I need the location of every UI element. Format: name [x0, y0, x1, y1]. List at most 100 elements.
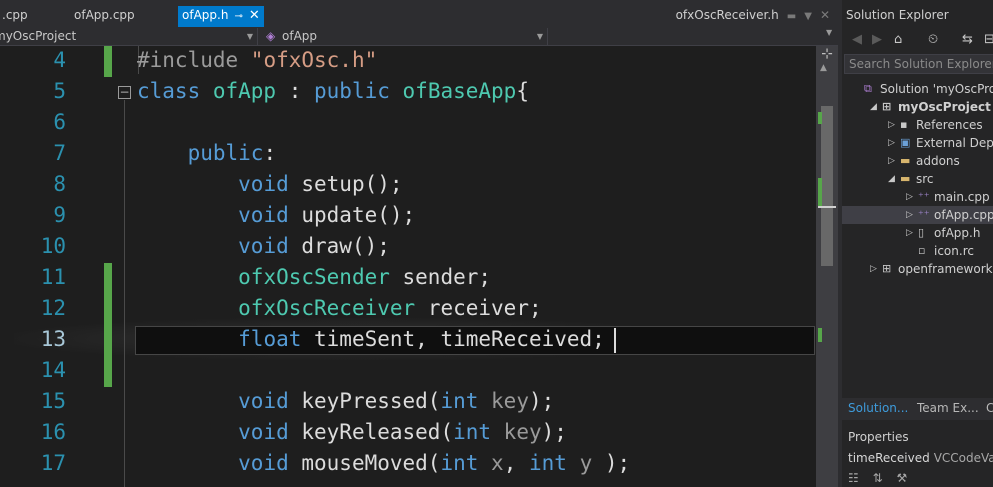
line-number: 15	[40, 389, 66, 413]
code-line[interactable]: 16 void keyReleased(int key);	[0, 418, 820, 449]
code-token: setup();	[301, 172, 403, 196]
tree-item[interactable]: ▷ ▣ External Deper	[842, 134, 993, 152]
expanded-arrow-icon[interactable]: ◢	[870, 98, 877, 116]
tab-class-view[interactable]: C	[986, 401, 993, 415]
tree-item-label: myOscProject	[898, 100, 991, 114]
alphabetical-icon[interactable]: ⇅	[873, 471, 883, 485]
tree-item[interactable]: ▷ ⊞ openframeworksLi	[842, 260, 993, 278]
back-icon[interactable]: ◀	[852, 32, 862, 47]
project-dropdown[interactable]: myOscProject ▼	[0, 28, 258, 45]
code-line[interactable]: 11 ofxOscSender sender;	[0, 263, 820, 294]
code-token: float	[238, 327, 315, 351]
code-line[interactable]: 15 void keyPressed(int key);	[0, 387, 820, 418]
code-line[interactable]: 17 void mouseMoved(int x, int y );	[0, 449, 820, 480]
tab-team-explorer[interactable]: Team Ex...	[917, 401, 979, 415]
history-icon[interactable]: ⏲	[928, 32, 938, 47]
code-token: mouseMoved(	[301, 451, 441, 475]
line-number: 4	[53, 48, 66, 72]
code-token: class	[137, 79, 213, 103]
collapsed-arrow-icon[interactable]: ▷	[906, 188, 913, 206]
forward-icon[interactable]: ▶	[872, 32, 882, 47]
code-line[interactable]: 10 void draw();	[0, 232, 820, 263]
tab-ofxoscreceiver-h[interactable]: ofxOscReceiver.h ▬ ▼ ✕	[676, 8, 830, 22]
code-line[interactable]: 4 #include "ofxOsc.h"	[0, 46, 820, 77]
collapsed-arrow-icon[interactable]: ▷	[888, 152, 895, 170]
collapsed-arrow-icon[interactable]: ▷	[906, 224, 913, 242]
properties-object-selector[interactable]: timeReceived VCCodeVa	[848, 451, 993, 465]
line-number: 8	[53, 172, 66, 196]
code-line[interactable]: 14	[0, 356, 820, 387]
tab-label: ofApp.cpp	[74, 8, 135, 22]
collapsed-arrow-icon[interactable]: ▷	[906, 206, 913, 224]
code-token: draw();	[301, 234, 390, 258]
code-line[interactable]: 7 public:	[0, 139, 820, 170]
tab-solution-explorer[interactable]: Solution...	[848, 401, 908, 415]
search-input[interactable]: Search Solution Explorer (	[844, 54, 993, 74]
code-line[interactable]: 6	[0, 108, 820, 139]
scroll-up-icon[interactable]: ▲	[820, 63, 827, 73]
expanded-arrow-icon[interactable]: ◢	[888, 170, 895, 188]
code-editor[interactable]: − 4 #include "ofxOsc.h" 5 class ofApp : pub…	[0, 46, 838, 487]
split-handle-icon[interactable]: ⊹	[820, 47, 834, 62]
collapsed-arrow-icon[interactable]: ▷	[888, 116, 895, 134]
line-number: 5	[53, 79, 66, 103]
tree-item[interactable]: ▷ ▯ ofApp.h	[842, 224, 993, 242]
tree-item[interactable]: ▷ ▬ addons	[842, 152, 993, 170]
cpp-file-icon: ⁺⁺	[918, 208, 930, 221]
code-token: receiver;	[415, 296, 542, 320]
tree-item[interactable]: ▷ ▪ References	[842, 116, 993, 134]
categorized-icon[interactable]: ☷	[848, 471, 859, 485]
code-token: void	[238, 451, 302, 475]
code-line[interactable]: 9 void update();	[0, 201, 820, 232]
code-token: :	[276, 79, 315, 103]
tree-item[interactable]: ▫ icon.rc	[842, 242, 993, 260]
tree-item[interactable]: ▷ ⁺⁺ ofApp.cpp	[842, 206, 993, 224]
scroll-thumb[interactable]	[821, 106, 833, 266]
collapsed-arrow-icon[interactable]: ▷	[870, 260, 877, 278]
wrench-icon[interactable]: ⚒	[896, 471, 907, 485]
tree-item-label: ofApp.cpp	[934, 208, 993, 222]
tree-item[interactable]: ◢ ▬ src	[842, 170, 993, 188]
document-tab-strip: .cpp ofApp.cpp ofApp.h ⊸ ✕ ofxOscReceiver.…	[0, 0, 838, 28]
tree-item[interactable]: ⧉ Solution 'myOscProje	[842, 80, 993, 98]
code-token: );	[528, 389, 555, 413]
pin-icon[interactable]: ▬	[787, 11, 796, 22]
resource-file-icon: ▫	[918, 244, 926, 257]
code-line[interactable]: 5 class ofApp : public ofBaseApp{	[0, 77, 820, 108]
code-line[interactable]: 12 ofxOscReceiver receiver;	[0, 294, 820, 325]
line-number: 17	[40, 451, 66, 475]
collapsed-arrow-icon[interactable]: ▷	[888, 134, 895, 152]
code-text: void draw();	[137, 234, 390, 258]
scope-dropdown[interactable]: ◈ ofApp ▼	[262, 28, 548, 45]
code-token: ofApp	[212, 79, 277, 103]
project-icon: ⊞	[882, 100, 892, 113]
home-icon[interactable]: ⌂	[894, 32, 902, 47]
chevron-down-icon[interactable]: ▼	[826, 28, 832, 37]
close-icon[interactable]: ✕	[249, 8, 260, 23]
sync-icon[interactable]: ⇆	[962, 32, 973, 47]
code-text: void keyPressed(int key);	[137, 389, 554, 413]
collapse-icon[interactable]: ⊟	[984, 32, 993, 47]
tab-ofapp-h[interactable]: ofApp.h ⊸ ✕	[178, 6, 264, 27]
line-number: 7	[53, 141, 66, 165]
code-token: );	[541, 420, 567, 444]
editor-scrollbar[interactable]: ⊹ ▲	[816, 46, 838, 487]
code-line[interactable]: 13 float timeSent, timeReceived;	[0, 325, 820, 356]
tab-cpp[interactable]: .cpp	[2, 6, 28, 27]
pin-icon[interactable]: ⊸	[234, 11, 242, 22]
close-icon[interactable]: ✕	[820, 8, 830, 22]
code-token: ofxOscReceiver	[238, 296, 416, 320]
code-line[interactable]: 8 void setup();	[0, 170, 820, 201]
tab-ofapp-cpp[interactable]: ofApp.cpp	[74, 6, 135, 27]
code-token: keyReleased(	[301, 420, 454, 444]
tree-item[interactable]: ◢ ⊞ myOscProject	[842, 98, 993, 116]
tree-item[interactable]: ▷ ⁺⁺ main.cpp	[842, 188, 993, 206]
chevron-down-icon[interactable]: ▼	[804, 11, 812, 22]
code-text: void mouseMoved(int x, int y );	[137, 451, 630, 475]
